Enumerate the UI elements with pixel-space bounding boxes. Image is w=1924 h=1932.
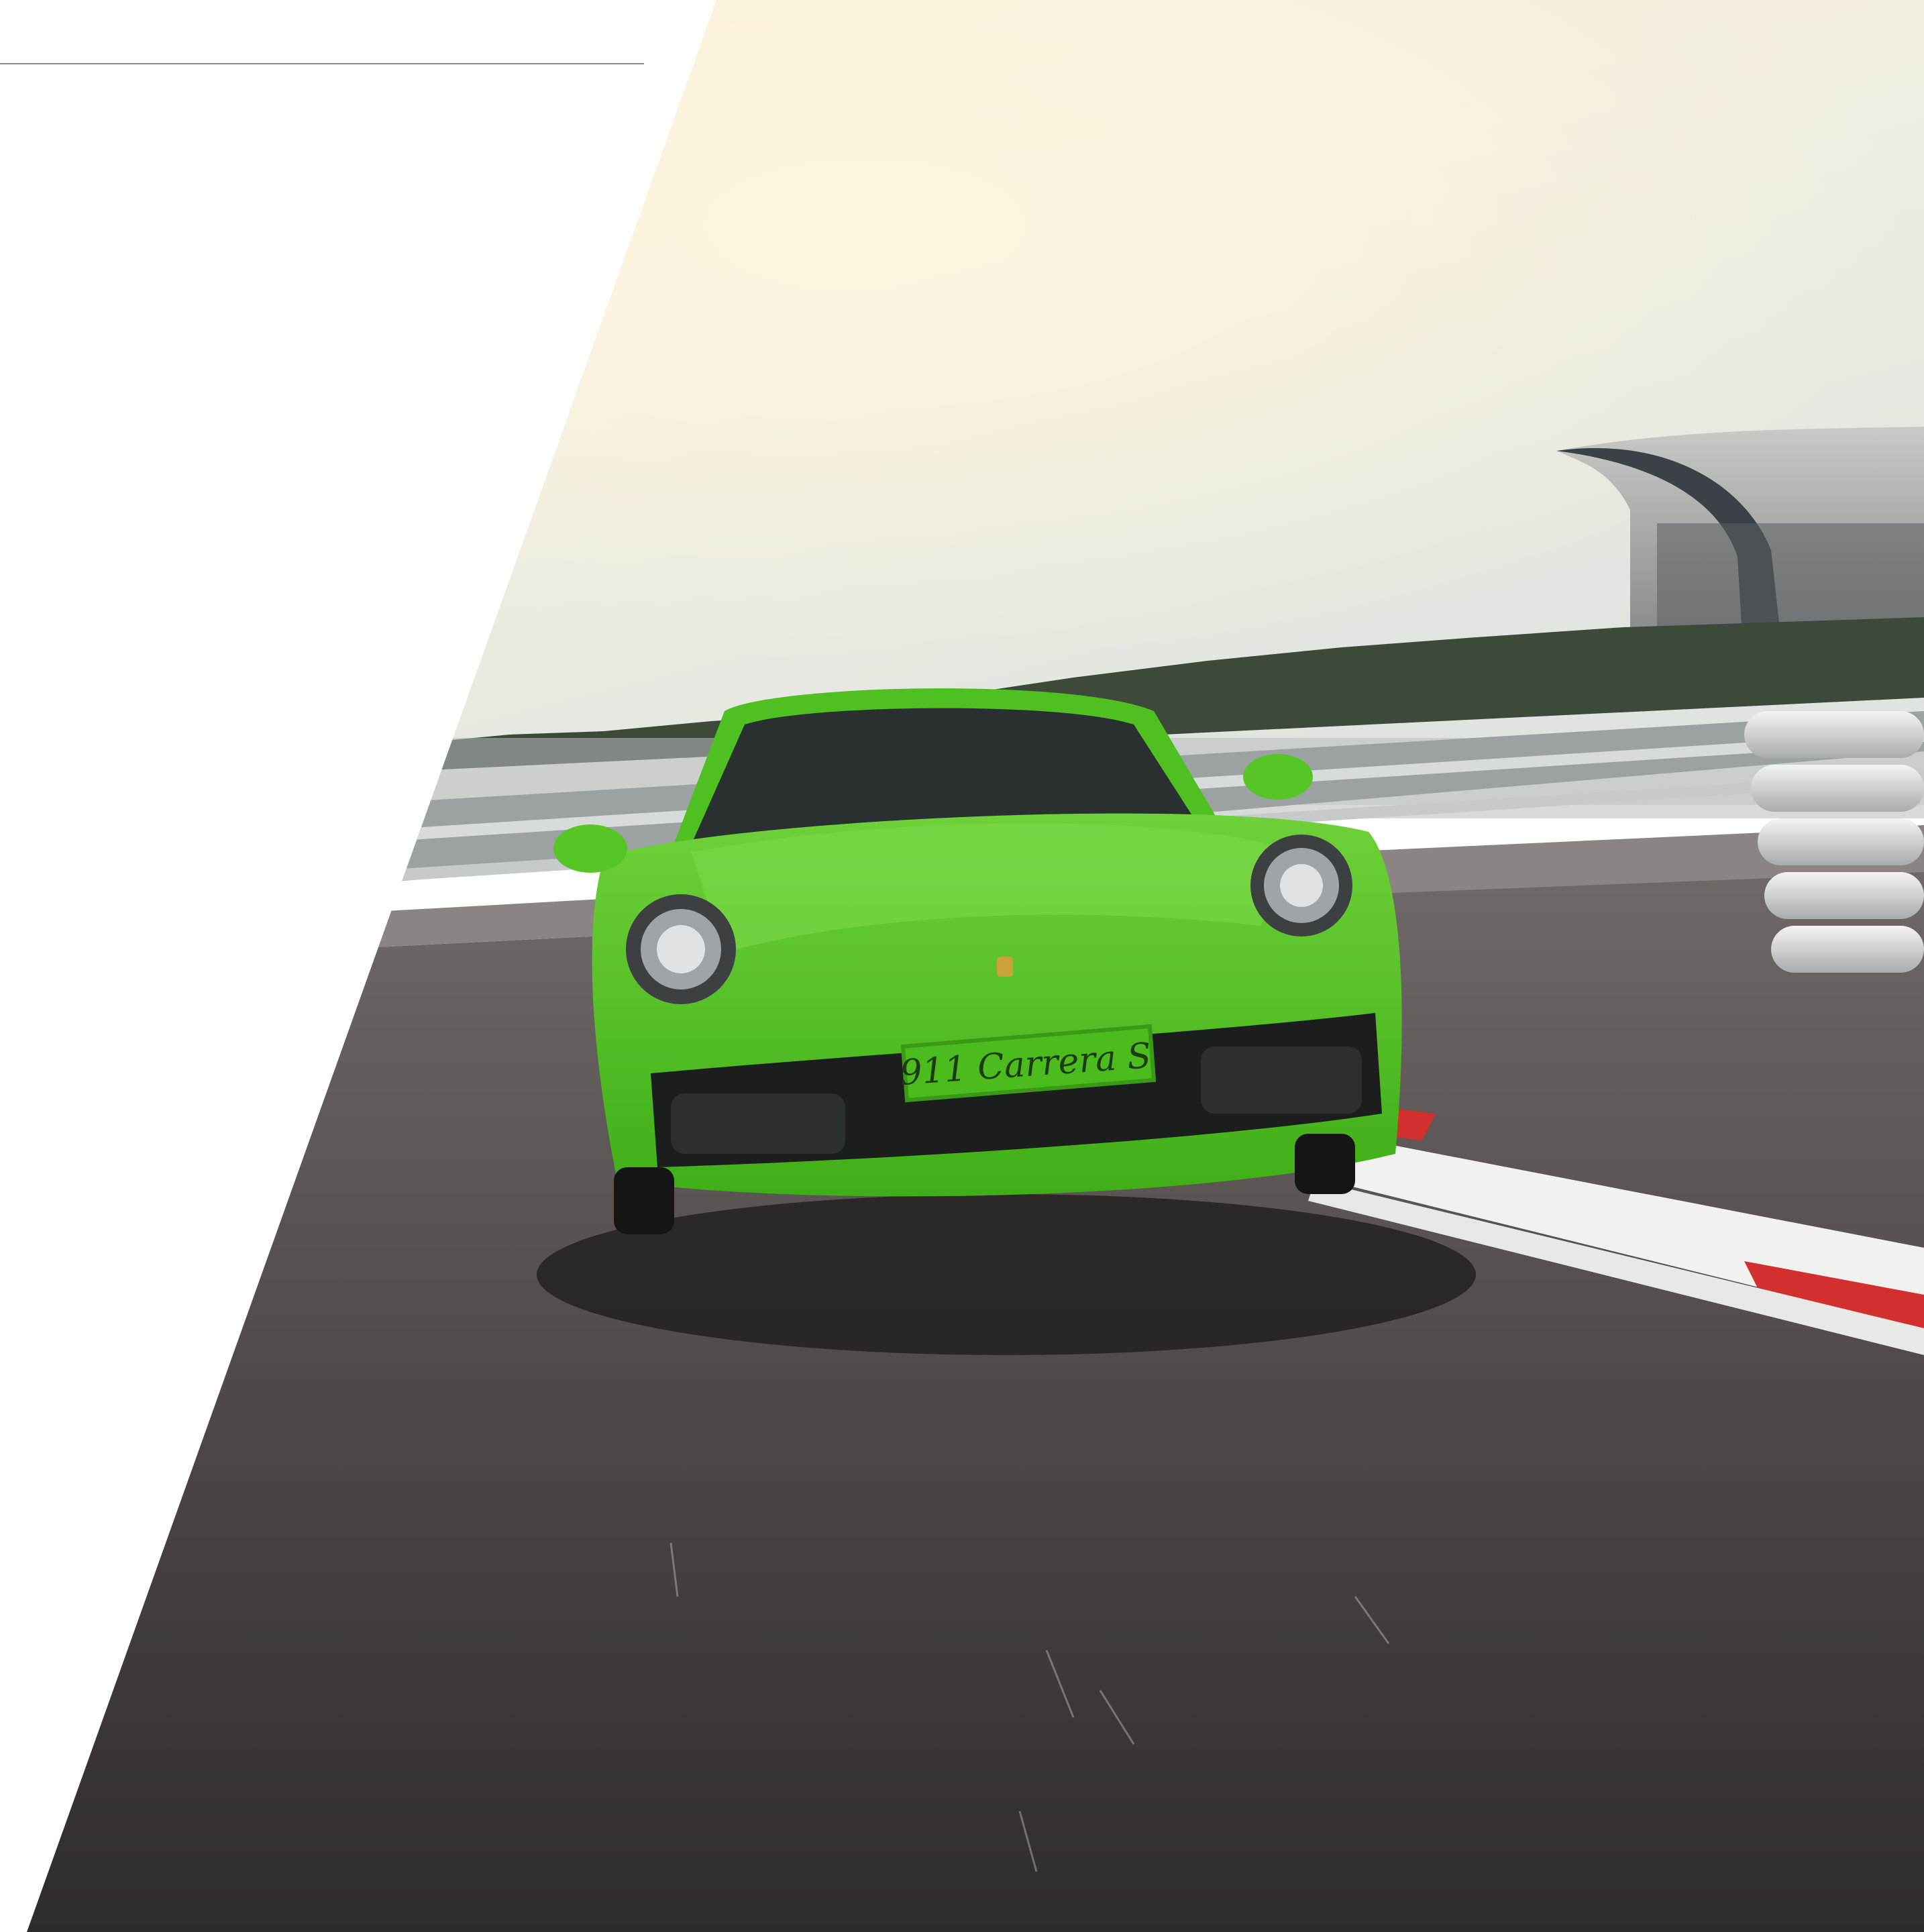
page: 911 Carrera S bbox=[0, 0, 1924, 1932]
hero-image: 911 Carrera S bbox=[27, 0, 1924, 1932]
